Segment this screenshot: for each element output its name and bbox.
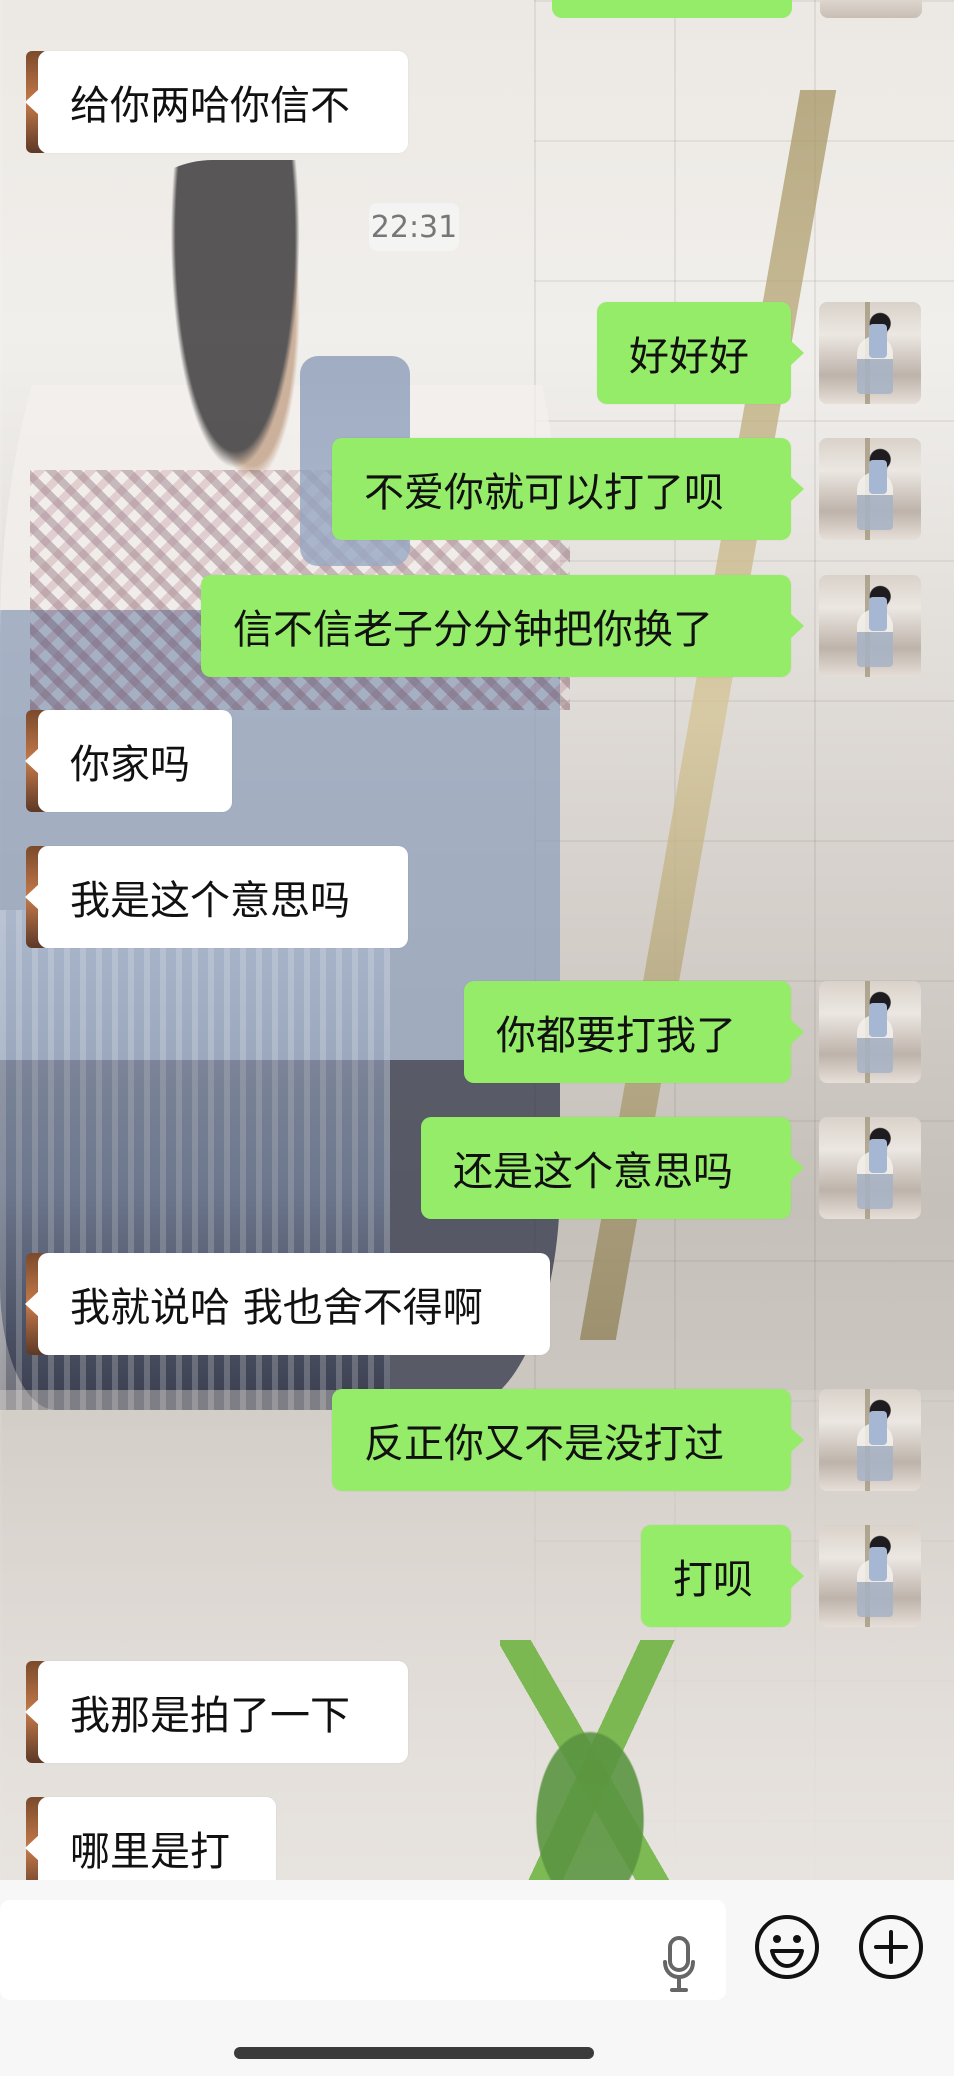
message-row[interactable]: 不爱你就可以打了呗 [332,438,804,540]
outgoing-message-bubble[interactable]: 信不信老子分分钟把你换了 [201,575,804,677]
outgoing-avatar[interactable] [819,1117,921,1219]
incoming-message-bubble[interactable]: 我就说哈 我也舍不得啊 [25,1253,550,1355]
incoming-message-bubble[interactable]: 我是这个意思吗 [25,846,408,948]
outgoing-message-bubble[interactable]: 打呗 [641,1525,804,1627]
message-text: 给你两哈你信不 [70,83,350,129]
incoming-message-bubble[interactable]: 你家吗 [25,710,232,812]
microphone-icon[interactable] [660,1936,698,1994]
message-text: 我是这个意思吗 [70,878,350,924]
chat-input-bar [0,1880,954,2076]
chat-thread[interactable]: 给你两哈你信不 22:31 好好好 不爱你就可以打了呗 信不信老子分分钟把你换了… [0,0,954,1899]
outgoing-message-bubble[interactable]: 不爱你就可以打了呗 [332,438,804,540]
message-input[interactable] [0,1900,726,2000]
message-row[interactable]: 还是这个意思吗 [421,1117,804,1219]
message-text: 还是这个意思吗 [453,1149,733,1195]
message-text: 不爱你就可以打了呗 [364,470,724,516]
message-text: 我就说哈 我也舍不得啊 [70,1285,483,1331]
outgoing-avatar[interactable] [819,438,921,540]
partial-outgoing-avatar [820,0,922,18]
message-text: 打呗 [673,1557,753,1603]
message-row[interactable]: 我就说哈 我也舍不得啊 [25,1253,550,1355]
plus-icon[interactable] [858,1914,924,1980]
incoming-message-bubble[interactable]: 给你两哈你信不 [25,51,408,153]
message-row[interactable]: 你都要打我了 [464,981,804,1083]
outgoing-message-bubble[interactable]: 好好好 [597,302,804,404]
outgoing-message-bubble[interactable]: 还是这个意思吗 [421,1117,804,1219]
outgoing-avatar[interactable] [819,575,921,677]
message-text: 我那是拍了一下 [70,1693,350,1739]
home-indicator [234,2047,594,2059]
outgoing-avatar[interactable] [819,981,921,1083]
outgoing-message-bubble[interactable]: 反正你又不是没打过 [332,1389,804,1491]
outgoing-message-bubble[interactable]: 你都要打我了 [464,981,804,1083]
message-text: 哪里是打 [70,1829,230,1875]
message-row[interactable]: 好好好 [597,302,804,404]
incoming-message-bubble[interactable]: 我那是拍了一下 [25,1661,408,1763]
message-text: 好好好 [629,334,749,380]
message-row[interactable]: 我是这个意思吗 [25,846,408,948]
message-text: 你都要打我了 [496,1013,736,1059]
message-row[interactable]: 你家吗 [25,710,232,812]
outgoing-avatar[interactable] [819,1389,921,1491]
outgoing-avatar[interactable] [819,302,921,404]
message-row[interactable]: 给你两哈你信不 [25,51,408,153]
message-row[interactable]: 打呗 [641,1525,804,1627]
emoji-icon[interactable] [754,1914,820,1980]
message-row[interactable]: 信不信老子分分钟把你换了 [201,575,804,677]
message-row[interactable]: 我那是拍了一下 [25,1661,408,1763]
message-row[interactable]: 反正你又不是没打过 [332,1389,804,1491]
message-text: 反正你又不是没打过 [364,1421,724,1467]
message-text: 信不信老子分分钟把你换了 [233,607,713,653]
partial-outgoing-bubble [552,0,792,18]
message-text: 你家吗 [70,742,190,788]
outgoing-avatar[interactable] [819,1525,921,1627]
message-timestamp: 22:31 [369,203,459,251]
